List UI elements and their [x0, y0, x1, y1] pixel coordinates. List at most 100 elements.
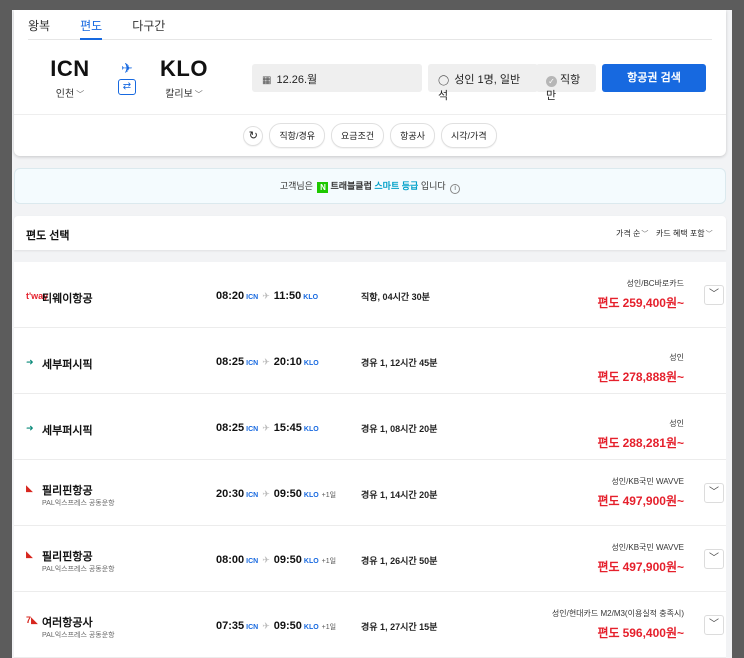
airplane-icon: ✈: [262, 423, 270, 433]
sort-card-dropdown[interactable]: 카드 혜택 포함﹀: [656, 228, 713, 239]
trip-type-tabs: 왕복 편도 다구간: [28, 10, 712, 40]
flight-duration: 직항, 04시간 30분: [361, 292, 430, 302]
price-prefix: 편도: [597, 296, 620, 310]
notice-grade: 스마트 등급: [374, 181, 419, 191]
direct-only-toggle[interactable]: ✓ 직항만: [536, 64, 596, 102]
departure-airport-code: ICN: [246, 624, 259, 631]
arrival-code: KLO: [160, 56, 208, 81]
route-middle: ✈ ⇄: [114, 60, 140, 95]
flight-times: 08:25 ICN ✈ 20:10 KLO: [216, 356, 319, 368]
refresh-icon[interactable]: ↻: [243, 125, 264, 146]
airplane-icon: ✈: [262, 555, 270, 565]
arrival-airport-code: KLO: [303, 492, 319, 499]
price: 편도 259,400원~: [597, 294, 684, 311]
price-condition: 성인/현대카드 M2/M3(이용실적 충족시): [551, 609, 684, 618]
flight-times: 08:00 ICN ✈ 09:50 KLO +1일: [216, 554, 336, 566]
flight-times: 20:30 ICN ✈ 09:50 KLO +1일: [216, 488, 336, 500]
expand-details-button[interactable]: ﹀: [704, 285, 724, 305]
airline-name: 세부퍼시픽: [42, 425, 93, 437]
app-frame: 왕복 편도 다구간 ICN 인천 ﹀ ✈ ⇄ KLO 칼리보 ﹀ ▦ 12.26.월 …: [12, 10, 732, 658]
arrival-time: 20:10: [273, 356, 302, 368]
flight-row[interactable]: t'way 티웨이항공 08:20 ICN ✈ 11:50 KLO 직항, 04시간 30분 성…: [14, 262, 726, 328]
expand-details-button[interactable]: ﹀: [704, 483, 724, 503]
notice-suffix: 입니다: [420, 181, 446, 191]
price-value: 497,900원~: [622, 494, 684, 508]
price-prefix: 편도: [597, 436, 620, 450]
flight-row[interactable]: ◣ 필리핀항공 PAL익스프레스 공동운항 08:00 ICN ✈ 09:50 KLO +1일 경…: [14, 526, 726, 592]
flight-search-button[interactable]: 항공권 검색: [602, 64, 706, 92]
swap-airports-button[interactable]: ⇄: [118, 79, 136, 95]
price: 편도 497,900원~: [597, 558, 684, 575]
route-selector: ICN 인천 ﹀ ✈ ⇄ KLO 칼리보 ﹀: [14, 56, 244, 106]
flight-row[interactable]: 7◣ 여러항공사 PAL익스프레스 공동운항 07:35 ICN ✈ 09:50 KLO +1일…: [14, 592, 726, 658]
chevron-down-icon: ﹀: [194, 90, 203, 99]
price-prefix: 편도: [597, 560, 620, 574]
codeshare-note: PAL익스프레스 공동운항: [42, 632, 115, 639]
arrival-time: 09:50: [273, 554, 302, 566]
price-value: 278,888원~: [622, 370, 684, 384]
airline-name: 필리핀항공: [42, 551, 93, 563]
price: 편도 596,400원~: [597, 624, 684, 641]
airline-name: 필리핀항공: [42, 485, 93, 497]
arrival-time: 15:45: [273, 422, 302, 434]
flight-row[interactable]: ◣ 필리핀항공 PAL익스프레스 공동운항 20:30 ICN ✈ 09:50 KLO +1일 경…: [14, 460, 726, 526]
info-icon[interactable]: i: [450, 184, 461, 194]
price-value: 288,281원~: [622, 436, 684, 450]
arrival-time: 11:50: [273, 290, 302, 302]
filter-airline[interactable]: 항공사: [390, 123, 435, 148]
airline-logo-icon: ◣: [26, 549, 33, 559]
expand-details-button[interactable]: ﹀: [704, 615, 724, 635]
expand-details-button[interactable]: ﹀: [704, 549, 724, 569]
arrival-airport[interactable]: KLO 칼리보 ﹀: [144, 56, 224, 100]
departure-airport-code: ICN: [246, 492, 259, 499]
flight-row[interactable]: ➜ 세부퍼시픽 08:25 ICN ✈ 20:10 KLO 경유 1, 12시간 45분 성인 편…: [14, 328, 726, 394]
departure-time: 07:35: [216, 620, 245, 632]
calendar-icon: ▦: [262, 75, 272, 86]
filter-fare-conditions[interactable]: 요금조건: [331, 123, 385, 148]
departure-airport[interactable]: ICN 인천 ﹀: [30, 56, 110, 100]
departure-time: 20:30: [216, 488, 245, 500]
arrival-city: 칼리보: [165, 89, 193, 100]
chevron-down-icon: ﹀: [76, 90, 85, 99]
tab-multicity[interactable]: 다구간: [132, 10, 165, 40]
price: 편도 278,888원~: [597, 368, 684, 385]
date-value: 12.26.월: [276, 74, 318, 86]
airline-logo-icon: ◣: [26, 483, 33, 493]
notice-brand: 트래블클럽: [330, 181, 372, 191]
airline-logo-icon: ➜: [26, 423, 34, 433]
flight-duration: 경유 1, 26시간 50분: [361, 556, 438, 566]
airline-name: 세부퍼시픽: [42, 359, 93, 371]
price-condition: 성인: [669, 353, 684, 362]
arrival-airport-code: KLO: [303, 426, 319, 433]
filter-time-price[interactable]: 시각/가격: [440, 123, 497, 148]
chevron-down-icon: ﹀: [705, 231, 713, 238]
next-day-badge: +1일: [321, 558, 337, 565]
results-header: 편도 선택 가격 순﹀ 카드 혜택 포함﹀: [14, 216, 726, 250]
arrival-airport-code: KLO: [303, 294, 319, 301]
arrival-time: 09:50: [273, 488, 302, 500]
arrival-airport-code: KLO: [303, 360, 319, 367]
departure-code: ICN: [50, 56, 90, 81]
departure-time: 08:00: [216, 554, 245, 566]
next-day-badge: +1일: [321, 624, 337, 631]
filter-direct-transfer[interactable]: 직항/경유: [269, 123, 326, 148]
check-icon: ✓: [546, 76, 557, 87]
date-field[interactable]: ▦ 12.26.월: [252, 64, 422, 92]
filter-bar: ↻ 직항/경유 요금조건 항공사 시각/가격: [14, 114, 726, 156]
tab-oneway[interactable]: 편도: [80, 10, 103, 40]
naver-logo-icon: N: [317, 182, 329, 193]
tab-roundtrip[interactable]: 왕복: [28, 10, 50, 40]
departure-time: 08:20: [216, 290, 245, 302]
passenger-field[interactable]: ◯ 성인 1명, 일반석: [428, 64, 538, 102]
flight-duration: 경유 1, 27시간 15분: [361, 622, 438, 632]
airline-logo-icon: ➜: [26, 357, 34, 367]
departure-time: 08:25: [216, 422, 245, 434]
price-prefix: 편도: [597, 370, 620, 384]
price-value: 497,900원~: [622, 560, 684, 574]
passenger-value: 성인 1명, 일반석: [438, 74, 521, 102]
price-value: 596,400원~: [622, 626, 684, 640]
flight-row[interactable]: ➜ 세부퍼시픽 08:25 ICN ✈ 15:45 KLO 경유 1, 08시간 20분 성인 편…: [14, 394, 726, 460]
price-value: 259,400원~: [622, 296, 684, 310]
price-prefix: 편도: [597, 494, 620, 508]
sort-price-dropdown[interactable]: 가격 순﹀: [616, 228, 648, 239]
